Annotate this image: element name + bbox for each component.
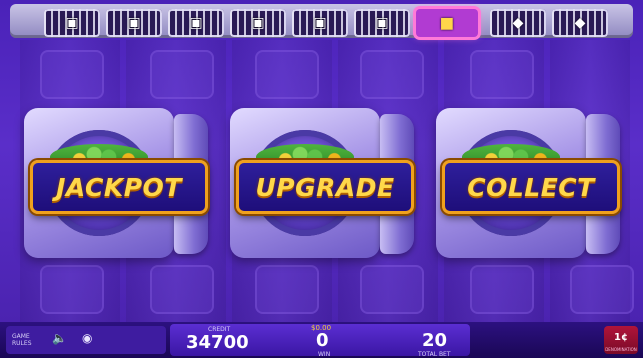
progress-slot: ▣ <box>354 9 410 37</box>
credit-value: 34700 <box>186 332 249 353</box>
vault-icon: ▣ <box>127 15 141 31</box>
win-value: 0 <box>316 330 329 351</box>
collect-button-label: COLLECT <box>467 172 595 202</box>
jackpot-button[interactable]: JACKPOT <box>30 160 208 214</box>
speaker-icon[interactable]: 🔈 <box>52 331 67 345</box>
vault-icon: ▣ <box>313 15 327 31</box>
ghost-symbol <box>570 265 634 314</box>
bottom-bar: GAME RULES 🔈 ◉ CREDIT 34700 $0.00 0 WIN … <box>0 322 643 358</box>
denomination-value: 1¢ <box>614 332 628 343</box>
jackpot-button-label: JACKPOT <box>56 172 182 202</box>
total-bet-label: TOTAL BET <box>418 351 451 358</box>
vault-icon: ▣ <box>189 15 203 31</box>
feature-progress-bar: ▣ ▣ ▣ ▣ ▣ ▣ ◼ ◆ ◆ <box>10 4 633 38</box>
progress-slot: ▣ <box>168 9 224 37</box>
denomination-label: DENOMINATION <box>605 347 637 352</box>
total-bet-value: 20 <box>422 330 448 351</box>
game-rules-button[interactable]: GAME RULES <box>12 333 42 347</box>
ghost-symbol <box>40 265 104 314</box>
vault-icon: ▣ <box>65 15 79 31</box>
gift-box-icon: ◆ <box>574 15 586 31</box>
ghost-symbol <box>255 50 319 99</box>
settings-icon[interactable]: ◉ <box>82 331 92 345</box>
ghost-symbol <box>150 50 214 99</box>
denomination-button[interactable]: 1¢ DENOMINATION <box>604 326 638 354</box>
collect-button[interactable]: COLLECT <box>442 160 620 214</box>
ghost-symbol <box>40 50 104 99</box>
ghost-symbol <box>255 265 319 314</box>
ghost-symbol <box>150 265 214 314</box>
upgrade-button[interactable]: UPGRADE <box>236 160 414 214</box>
vault-jackpot: JACKPOT <box>24 108 208 264</box>
upgrade-button-label: UPGRADE <box>255 172 395 202</box>
vault-collect: COLLECT <box>436 108 620 264</box>
ghost-symbol <box>360 50 424 99</box>
vault-icon: ▣ <box>375 15 389 31</box>
progress-slot-active: ◼ <box>416 9 478 37</box>
progress-slot: ▣ <box>44 9 100 37</box>
progress-slot: ▣ <box>106 9 162 37</box>
treasure-chest-icon: ◼ <box>439 12 455 34</box>
gift-box-icon: ◆ <box>512 15 524 31</box>
ghost-symbol <box>360 265 424 314</box>
progress-slot: ▣ <box>292 9 348 37</box>
ghost-symbol <box>470 50 534 99</box>
ghost-symbol <box>470 265 534 314</box>
progress-slot: ◆ <box>490 9 546 37</box>
vault-upgrade: UPGRADE <box>230 108 414 264</box>
progress-slot: ◆ <box>552 9 608 37</box>
win-label: WIN <box>318 351 331 358</box>
progress-slot: ▣ <box>230 9 286 37</box>
vault-icon: ▣ <box>251 15 265 31</box>
